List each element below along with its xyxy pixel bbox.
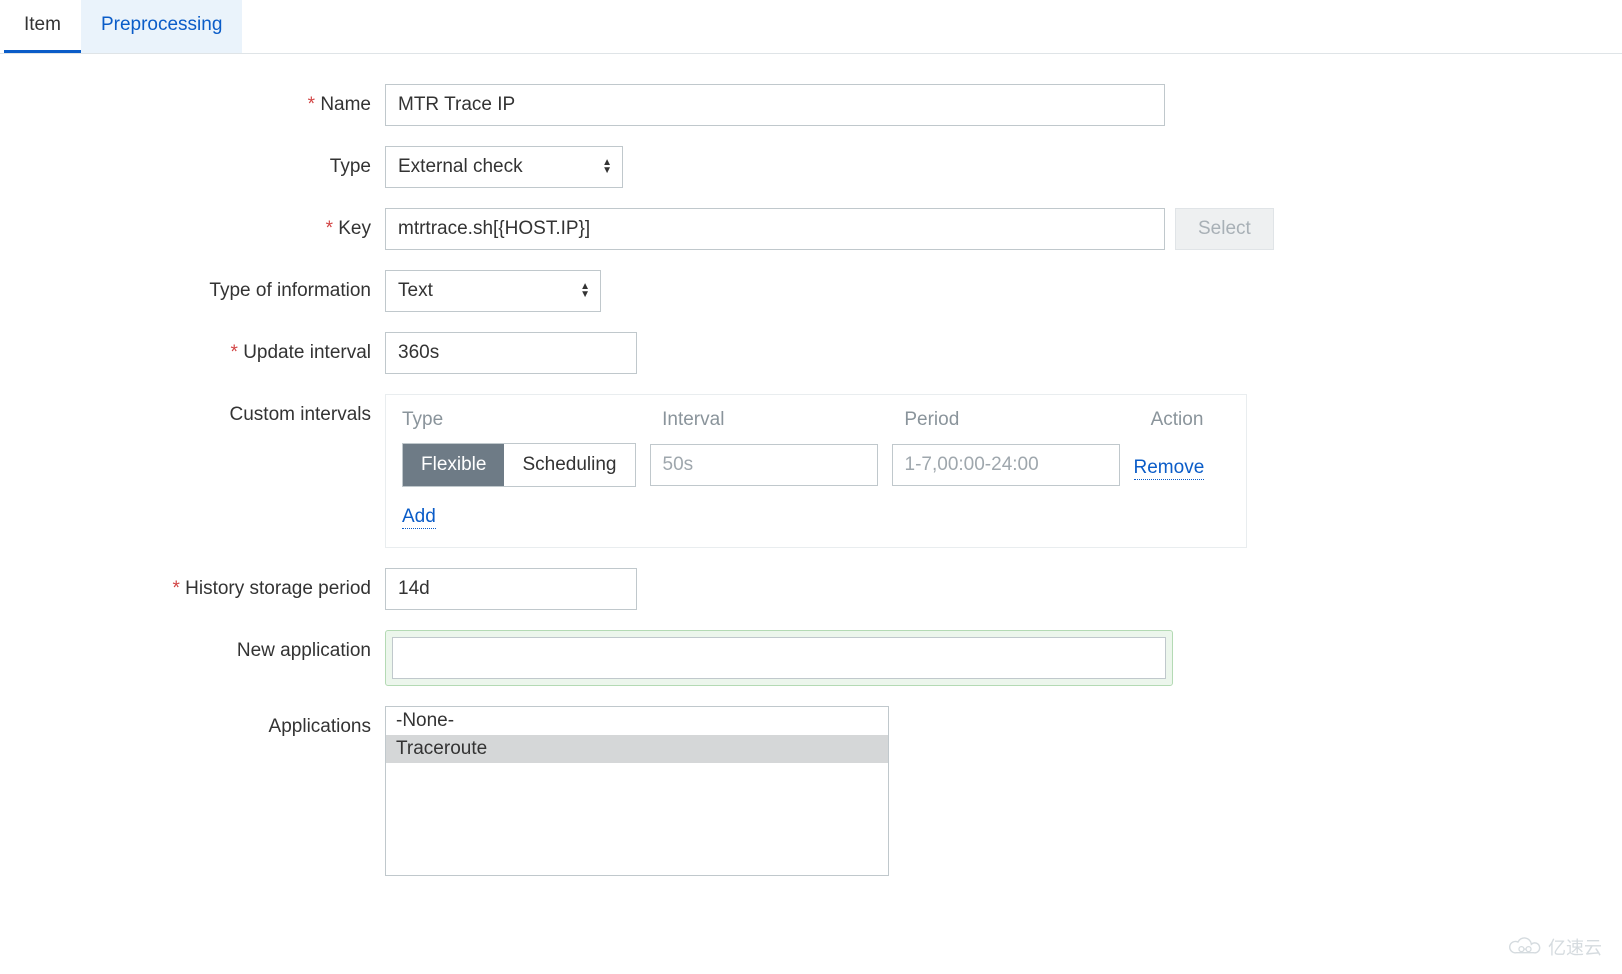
item-form: Name Type External check ▲▼ Key Select T… bbox=[0, 84, 1622, 876]
chevron-sort-icon: ▲▼ bbox=[580, 283, 590, 299]
key-input[interactable] bbox=[385, 208, 1165, 250]
custom-header-interval: Interval bbox=[662, 409, 904, 431]
custom-interval-input[interactable] bbox=[650, 444, 878, 486]
type-of-information-select[interactable]: Text ▲▼ bbox=[385, 270, 601, 312]
name-input[interactable] bbox=[385, 84, 1165, 126]
custom-header-period: Period bbox=[904, 409, 1150, 431]
tab-item[interactable]: Item bbox=[4, 0, 81, 53]
remove-link[interactable]: Remove bbox=[1134, 458, 1205, 480]
custom-period-input[interactable] bbox=[892, 444, 1120, 486]
applications-listbox[interactable]: -None- Traceroute bbox=[385, 706, 889, 876]
label-history-storage-period: History storage period bbox=[0, 568, 385, 600]
list-item[interactable]: -None- bbox=[386, 707, 888, 735]
list-item[interactable]: Traceroute bbox=[386, 735, 888, 763]
update-interval-input[interactable] bbox=[385, 332, 637, 374]
custom-intervals-box: Type Interval Period Action Flexible Sch… bbox=[385, 394, 1247, 548]
custom-header-type: Type bbox=[402, 409, 662, 431]
watermark: 亿速云 bbox=[1508, 934, 1602, 960]
label-type: Type bbox=[0, 146, 385, 178]
type-select[interactable]: External check ▲▼ bbox=[385, 146, 623, 188]
new-application-highlight bbox=[385, 630, 1173, 686]
watermark-text: 亿速云 bbox=[1548, 934, 1602, 960]
label-type-of-information: Type of information bbox=[0, 270, 385, 302]
label-name: Name bbox=[0, 84, 385, 116]
tab-preprocessing[interactable]: Preprocessing bbox=[81, 0, 242, 53]
type-select-value: External check bbox=[398, 156, 523, 178]
scheduling-toggle[interactable]: Scheduling bbox=[504, 444, 634, 486]
cloud-icon bbox=[1508, 937, 1542, 957]
history-storage-period-input[interactable] bbox=[385, 568, 637, 610]
label-new-application: New application bbox=[0, 630, 385, 662]
new-application-input[interactable] bbox=[392, 637, 1166, 679]
add-link[interactable]: Add bbox=[402, 507, 436, 529]
interval-type-toggle: Flexible Scheduling bbox=[402, 443, 636, 487]
select-button[interactable]: Select bbox=[1175, 208, 1274, 250]
label-key: Key bbox=[0, 208, 385, 240]
label-applications: Applications bbox=[0, 706, 385, 738]
chevron-sort-icon: ▲▼ bbox=[602, 159, 612, 175]
tabs-bar: Item Preprocessing bbox=[0, 0, 1622, 54]
label-update-interval: Update interval bbox=[0, 332, 385, 364]
custom-header-action: Action bbox=[1151, 409, 1230, 431]
label-custom-intervals: Custom intervals bbox=[0, 394, 385, 426]
flexible-toggle[interactable]: Flexible bbox=[403, 444, 504, 486]
type-of-information-value: Text bbox=[398, 280, 433, 302]
